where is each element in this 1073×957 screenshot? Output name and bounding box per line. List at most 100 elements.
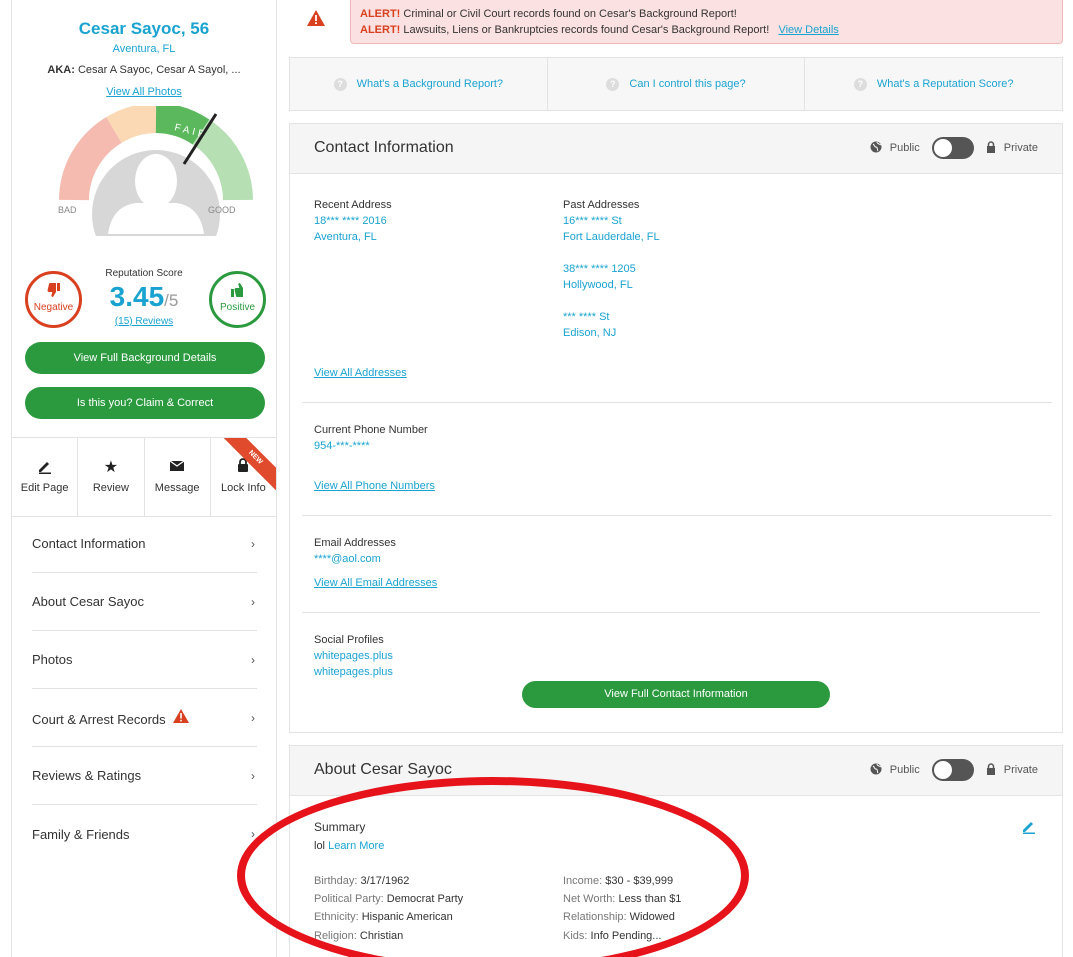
divider [302, 515, 1052, 516]
positive-rating-button[interactable]: Positive [209, 271, 266, 328]
reputation-gauge: FAIR [59, 106, 253, 236]
gauge-bad-label: BAD [58, 205, 77, 215]
pencil-icon [1023, 822, 1035, 834]
recent-address-label: Recent Address [314, 199, 392, 211]
gauge-good-label: GOOD [208, 205, 236, 215]
social-profiles-label: Social Profiles [314, 634, 384, 646]
pencil-icon [12, 458, 77, 478]
lock-icon [986, 140, 996, 156]
edit-page-label: Edit Page [20, 482, 69, 494]
globe-icon [870, 141, 882, 156]
religion-row: Religion: Christian [314, 930, 404, 942]
positive-label: Positive [219, 302, 255, 313]
privacy-switch[interactable] [931, 137, 974, 159]
profile-location[interactable]: Aventura, FL [12, 43, 276, 55]
view-full-background-button[interactable]: View Full Background Details [25, 342, 265, 374]
privacy-toggle-group: Public Private [870, 137, 1038, 159]
card-title: About Cesar Sayoc [314, 761, 452, 778]
recent-address-line2[interactable]: Aventura, FL [314, 231, 377, 243]
warning-icon [172, 708, 190, 727]
past-address-line2[interactable]: Edison, NJ [563, 327, 616, 339]
thumbs-up-icon [212, 282, 263, 302]
phone-label: Current Phone Number [314, 424, 428, 436]
lock-info-action[interactable]: Lock Info NEW [211, 438, 276, 516]
privacy-toggle-group: Public Private [870, 759, 1038, 781]
past-address-line2[interactable]: Hollywood, FL [563, 279, 633, 291]
email-label: Email Addresses [314, 537, 396, 549]
private-label: Private [1003, 764, 1038, 776]
nav-family-friends[interactable]: Family & Friends › [32, 805, 257, 863]
card-title: Contact Information [314, 139, 454, 156]
privacy-switch[interactable] [931, 759, 974, 781]
sidebar-nav: Contact Information › About Cesar Sayoc › … [32, 515, 257, 863]
phone-value[interactable]: 954-***-**** [314, 440, 370, 452]
message-action[interactable]: Message [145, 438, 211, 516]
past-address-line1[interactable]: 38*** **** 1205 [563, 263, 636, 275]
reputation-score-value: 3.45/5 [109, 281, 179, 312]
faq-reputation-score[interactable]: ? What's a Reputation Score? [805, 58, 1062, 110]
thumbs-down-icon [28, 282, 79, 302]
view-all-addresses-link[interactable]: View All Addresses [314, 367, 407, 379]
lock-info-label: Lock Info [221, 482, 266, 494]
social-profile-link[interactable]: whitepages.plus [314, 666, 393, 678]
private-label: Private [1003, 142, 1038, 154]
star-icon: ★ [103, 459, 119, 476]
alert-banner: ALERT! Criminal or Civil Court records f… [289, 0, 1063, 45]
alert-message: ALERT! Criminal or Civil Court records f… [350, 0, 1063, 44]
view-all-emails-link[interactable]: View All Email Addresses [314, 577, 437, 589]
review-action[interactable]: ★ Review [78, 438, 145, 516]
question-icon: ? [333, 77, 347, 91]
nav-court-records[interactable]: Court & Arrest Records › [32, 689, 257, 747]
past-address-line1[interactable]: 16*** **** St [563, 215, 622, 227]
about-card: About Cesar Sayoc Public Private Summary… [289, 745, 1063, 957]
edit-summary-button[interactable] [1021, 818, 1037, 839]
past-addresses-label: Past Addresses [563, 199, 640, 211]
warning-icon [306, 9, 326, 32]
faq-background-report[interactable]: ? What's a Background Report? [290, 58, 548, 110]
card-header: Contact Information Public Private [290, 124, 1062, 174]
lock-icon [986, 762, 996, 778]
contact-information-card: Contact Information Public Private Recen… [289, 123, 1063, 733]
chevron-right-icon: › [251, 652, 255, 667]
negative-rating-button[interactable]: Negative [25, 271, 82, 328]
chevron-right-icon: › [251, 594, 255, 609]
faq-control-page[interactable]: ? Can I control this page? [548, 58, 806, 110]
aka-label: AKA: [47, 64, 75, 76]
past-address-line2[interactable]: Fort Lauderdale, FL [563, 231, 660, 243]
summary-text: lol Learn More [314, 840, 385, 852]
divider [302, 612, 1040, 613]
chevron-right-icon: › [251, 536, 255, 551]
public-label: Public [889, 142, 920, 154]
negative-label: Negative [33, 302, 74, 313]
question-icon: ? [853, 77, 867, 91]
political-party-row: Political Party: Democrat Party [314, 893, 464, 905]
nav-contact-information[interactable]: Contact Information › [32, 515, 257, 573]
nav-photos[interactable]: Photos › [32, 631, 257, 689]
edit-page-action[interactable]: Edit Page [12, 438, 79, 516]
chevron-right-icon: › [251, 710, 255, 725]
recent-address-line1[interactable]: 18*** **** 2016 [314, 215, 387, 227]
reviews-link[interactable]: (15) Reviews [82, 316, 206, 327]
card-header: About Cesar Sayoc Public Private [290, 746, 1062, 796]
question-icon: ? [606, 77, 620, 91]
past-address-line1[interactable]: *** **** St [563, 311, 609, 323]
nav-reviews-ratings[interactable]: Reviews & Ratings › [32, 747, 257, 805]
social-profile-link[interactable]: whitepages.plus [314, 650, 393, 662]
kids-row: Kids: Info Pending... [563, 930, 662, 942]
view-full-contact-button[interactable]: View Full Contact Information [522, 681, 830, 708]
view-all-photos-link[interactable]: View All Photos [12, 86, 276, 98]
email-value[interactable]: ****@aol.com [314, 553, 381, 565]
birthday-row: Birthday: 3/17/1962 [314, 875, 410, 887]
claim-correct-button[interactable]: Is this you? Claim & Correct [25, 387, 265, 419]
summary-label: Summary [314, 820, 366, 834]
aka-names: Cesar A Sayoc, Cesar A Sayol, ... [77, 64, 241, 76]
envelope-icon [145, 458, 210, 478]
profile-name: Cesar Sayoc, 56 [78, 19, 210, 38]
nav-about[interactable]: About Cesar Sayoc › [32, 573, 257, 631]
reputation-score-label: Reputation Score [105, 268, 183, 279]
divider [302, 402, 1052, 403]
learn-more-link[interactable]: Learn More [328, 840, 384, 852]
view-all-phones-link[interactable]: View All Phone Numbers [314, 480, 435, 492]
view-details-link[interactable]: View Details [778, 24, 838, 36]
chevron-right-icon: › [251, 827, 255, 841]
